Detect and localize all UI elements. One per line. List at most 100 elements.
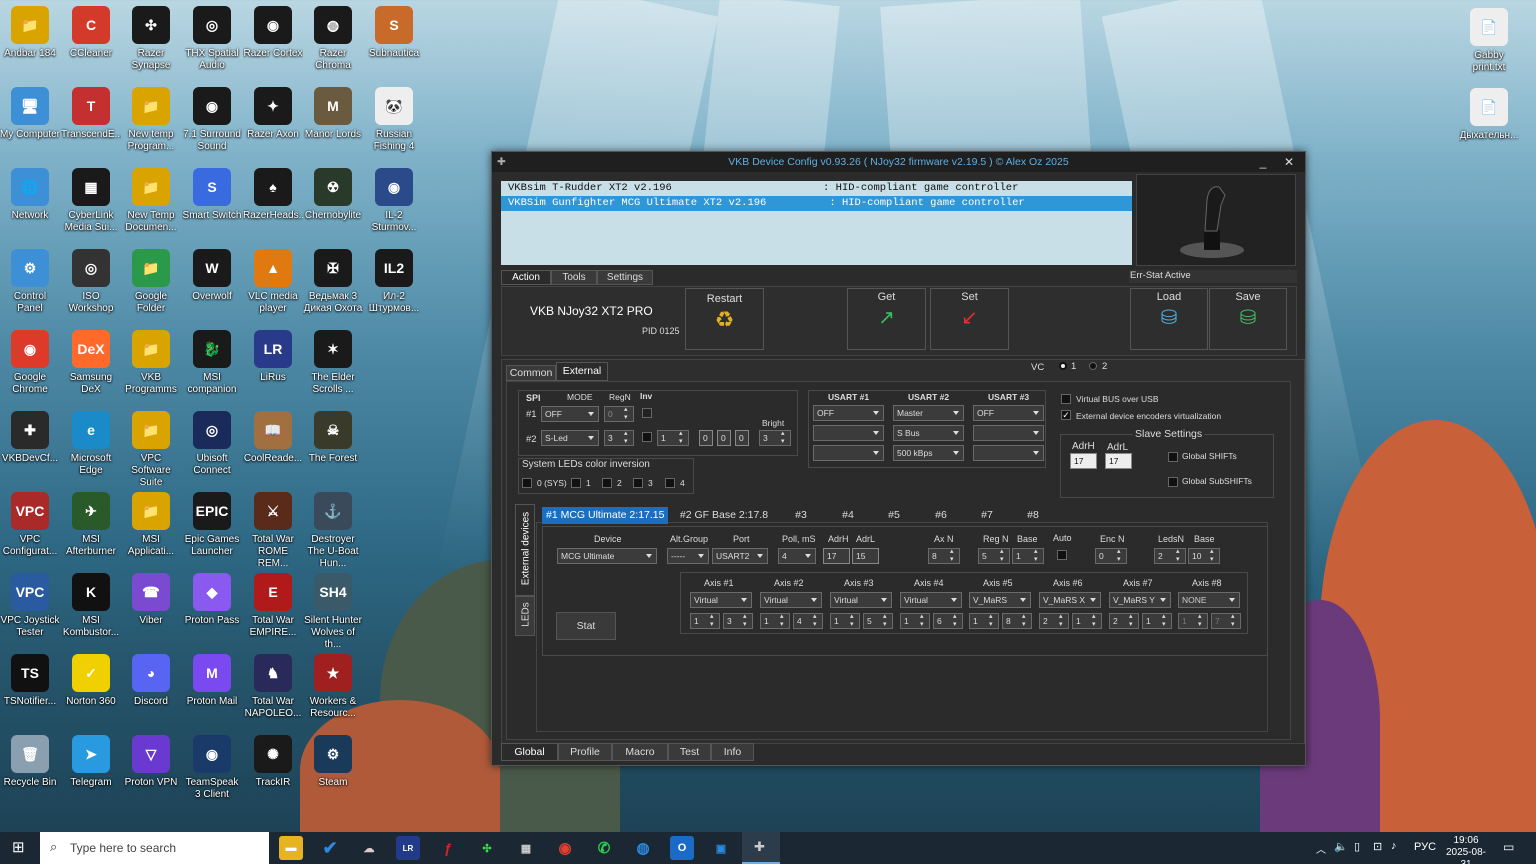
- desktop-icon[interactable]: 📁 Andbar 184: [0, 2, 60, 80]
- bottom-tab-macro[interactable]: Macro: [612, 743, 668, 761]
- desktop-icon[interactable]: ➤ Telegram: [61, 731, 121, 809]
- whatsapp-icon[interactable]: ✆: [592, 836, 616, 860]
- sysled-checkbox[interactable]: [665, 478, 675, 488]
- desktop-icon[interactable]: VPC VPC Joystick Tester: [0, 569, 60, 647]
- desktop-icon[interactable]: ⚙ Control Panel: [0, 245, 60, 323]
- minimize-button[interactable]: _: [1251, 152, 1275, 172]
- desktop-icon[interactable]: 📁 Google Folder: [121, 245, 181, 323]
- title-bar[interactable]: ✚ VKB Device Config v0.93.26 ( NJoy32 fi…: [492, 152, 1305, 172]
- desktop-icon[interactable]: ▦ CyberLink Media Sui...: [61, 164, 121, 242]
- file-explorer-icon[interactable]: ▬: [279, 836, 303, 860]
- save-button[interactable]: Save ⛁: [1209, 288, 1287, 350]
- desktop-icon[interactable]: ⚓ Destroyer The U-Boat Hun...: [303, 488, 363, 566]
- device-list[interactable]: VKBsim T-Rudder XT2 v2.196 : HID-complia…: [501, 181, 1132, 265]
- messenger-icon[interactable]: ◍: [631, 836, 655, 860]
- desktop-icon[interactable]: 📖 CoolReade...: [243, 407, 303, 485]
- desktop-icon[interactable]: ☢ Chernobylite: [303, 164, 363, 242]
- volume-icon[interactable]: 🔈: [1334, 840, 1348, 853]
- desktop-icon[interactable]: S Subnautica: [364, 2, 424, 80]
- desktop-icon[interactable]: 📁 MSI Applicati...: [121, 488, 181, 566]
- spi-2-value-spinner[interactable]: 1: [657, 430, 689, 446]
- start-button[interactable]: ⊞: [12, 840, 28, 856]
- desktop-icon[interactable]: ◉ TeamSpeak 3 Client: [182, 731, 242, 809]
- bottom-tab-global[interactable]: Global: [501, 743, 558, 761]
- axis-b-spinner[interactable]: 5: [863, 613, 893, 629]
- desktop-icon[interactable]: ✺ TrackIR: [243, 731, 303, 809]
- desktop-icon[interactable]: IL2 Ил-2 Штурмов...: [364, 245, 424, 323]
- ledsn-spinner[interactable]: 2: [1154, 548, 1186, 564]
- desktop-icon[interactable]: 📁 New Temp Documen...: [121, 164, 181, 242]
- desktop-icon[interactable]: ✶ The Elder Scrolls ...: [303, 326, 363, 404]
- axis-b-spinner[interactable]: 1: [1142, 613, 1172, 629]
- notifications-icon[interactable]: ▭: [1503, 840, 1514, 854]
- spi-2-field-b[interactable]: 0: [699, 430, 713, 446]
- spi-1-mode-dropdown[interactable]: OFF: [541, 406, 599, 422]
- usart-dropdown[interactable]: OFF: [973, 405, 1044, 421]
- bottom-tab-info[interactable]: Info: [711, 743, 754, 761]
- clock[interactable]: 19:06 2025-08-31: [1443, 835, 1489, 864]
- regn-spinner[interactable]: 5: [978, 548, 1010, 564]
- lirus-icon[interactable]: LR: [396, 836, 420, 860]
- altgroup-dropdown[interactable]: -----: [667, 548, 709, 564]
- encn-spinner[interactable]: 0: [1095, 548, 1127, 564]
- desktop-icon[interactable]: C CCleaner: [61, 2, 121, 80]
- axis-type-dropdown[interactable]: V_MaRS Y: [1109, 592, 1171, 608]
- desktop-icon[interactable]: ✠ Ведьмак 3 Дикая Охота: [303, 245, 363, 323]
- desktop-icon[interactable]: ▲ VLC media player: [243, 245, 303, 323]
- desktop-icon[interactable]: E Total War EMPIRE...: [243, 569, 303, 647]
- desktop-icon[interactable]: ◉ IL-2 Sturmov...: [364, 164, 424, 242]
- spi-1-regn-spinner[interactable]: 0: [604, 406, 634, 422]
- axis-type-dropdown[interactable]: NONE: [1178, 592, 1240, 608]
- ext-device-tab-4[interactable]: #4: [835, 507, 861, 524]
- outlook-icon[interactable]: O: [670, 836, 694, 860]
- ext-device-tab-2[interactable]: #2 GF Base 2:17.8: [674, 507, 774, 524]
- axis-a-spinner[interactable]: 1: [690, 613, 720, 629]
- spi-2-field-c[interactable]: 0: [717, 430, 731, 446]
- spi-2-bright-spinner[interactable]: 3: [759, 430, 791, 446]
- chrome-icon[interactable]: ◉: [553, 836, 577, 860]
- speaker-icon[interactable]: ♪: [1391, 840, 1397, 852]
- usart-dropdown[interactable]: [813, 425, 884, 441]
- axis-type-dropdown[interactable]: V_MaRS: [969, 592, 1031, 608]
- desktop-icon[interactable]: TS TSNotifier...: [0, 650, 60, 728]
- desktop-icon[interactable]: ◉ Razer Cortex: [243, 2, 303, 80]
- axis-a-spinner[interactable]: 1: [969, 613, 999, 629]
- desktop-icon[interactable]: T TranscendE...: [61, 83, 121, 161]
- desktop-icon[interactable]: ★ Workers & Resourc...: [303, 650, 363, 728]
- usart-dropdown[interactable]: [973, 425, 1044, 441]
- axis-b-spinner[interactable]: 7: [1211, 613, 1241, 629]
- adrl-input[interactable]: 15: [852, 548, 879, 564]
- desktop-icon[interactable]: ◎ THX Spatial Audio: [182, 2, 242, 80]
- axis-type-dropdown[interactable]: V_MaRS X: [1039, 592, 1101, 608]
- desktop-icon[interactable]: VPC VPC Configurat...: [0, 488, 60, 566]
- coolreader-icon[interactable]: ☁: [357, 836, 381, 860]
- set-button[interactable]: Set ↙: [930, 288, 1009, 350]
- spi-2-mode-dropdown[interactable]: S-Led: [541, 430, 599, 446]
- desktop-icon[interactable]: 🐉 MSI companion: [182, 326, 242, 404]
- usart-dropdown[interactable]: 500 kBps: [893, 445, 964, 461]
- desktop-icon[interactable]: LR LiRus: [243, 326, 303, 404]
- desktop-icon[interactable]: 📁 VPC Software Suite: [121, 407, 181, 485]
- calculator-icon[interactable]: ▦: [514, 836, 538, 860]
- usb-icon[interactable]: ▯: [1354, 840, 1360, 853]
- desktop-icon[interactable]: ✣ Razer Synapse: [121, 2, 181, 80]
- desktop-icon[interactable]: ⚙ Steam: [303, 731, 363, 809]
- desktop-icon[interactable]: ◉ Google Chrome: [0, 326, 60, 404]
- desktop-icon[interactable]: 📁 VKB Programms: [121, 326, 181, 404]
- desktop-icon[interactable]: ⚔ Total War ROME REM...: [243, 488, 303, 566]
- ext-device-tab-1[interactable]: #1 MCG Ultimate 2:17.15: [542, 507, 668, 524]
- desktop-icon[interactable]: M Manor Lords: [303, 83, 363, 161]
- sysled-checkbox[interactable]: [633, 478, 643, 488]
- spi-1-inv-checkbox[interactable]: [642, 408, 652, 418]
- axis-b-spinner[interactable]: 8: [1002, 613, 1032, 629]
- desktop-icon[interactable]: ✈ MSI Afterburner: [61, 488, 121, 566]
- desktop-icon[interactable]: W Overwolf: [182, 245, 242, 323]
- ext-device-tab-5[interactable]: #5: [881, 507, 907, 524]
- tab-settings[interactable]: Settings: [597, 270, 653, 285]
- usart-dropdown[interactable]: OFF: [813, 405, 884, 421]
- tab-common[interactable]: Common: [506, 365, 556, 381]
- desktop-icon[interactable]: 📁 New temp Program...: [121, 83, 181, 161]
- axis-a-spinner[interactable]: 1: [1178, 613, 1208, 629]
- desktop-icon[interactable]: ☎ Viber: [121, 569, 181, 647]
- poll-dropdown[interactable]: 4: [778, 548, 816, 564]
